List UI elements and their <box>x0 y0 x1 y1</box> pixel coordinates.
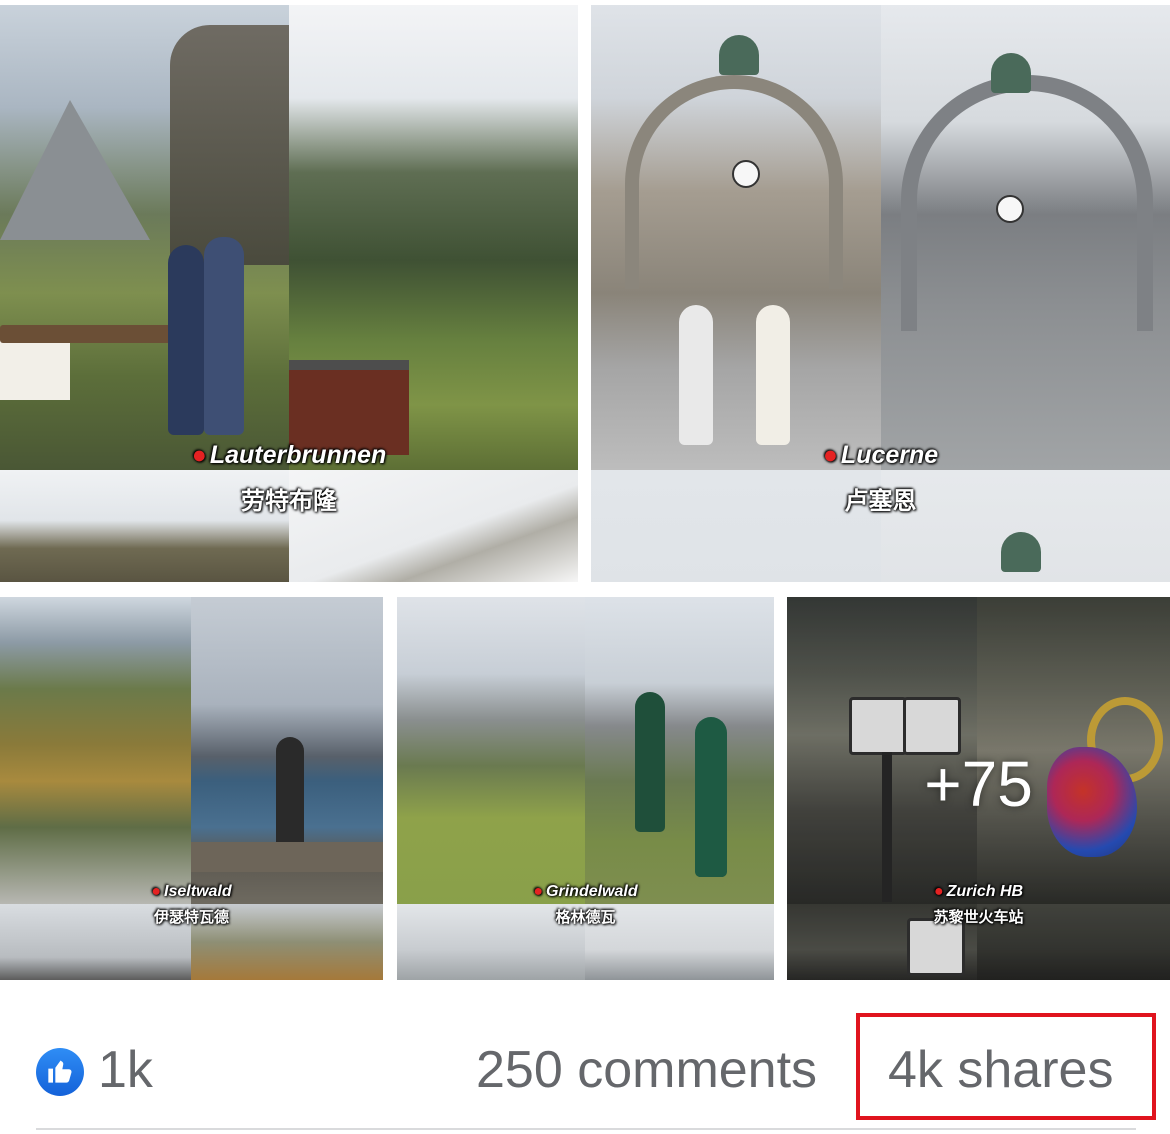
location-subtitle: 劳特布隆 <box>241 488 337 515</box>
clock-icon <box>996 195 1024 223</box>
photo-panel <box>881 5 1170 470</box>
location-label: ● Grindelwald <box>533 883 638 900</box>
photo-panel <box>0 5 289 470</box>
divider <box>36 1128 1136 1130</box>
location-subtitle: 卢塞恩 <box>844 488 917 515</box>
likes-count[interactable]: 1k <box>98 1040 153 1100</box>
location-pin-icon: ● <box>933 883 944 900</box>
photo-tile-grindelwald[interactable]: ● Grindelwald 格林德瓦 <box>397 597 774 980</box>
location-subtitle: 苏黎世火车站 <box>933 909 1024 926</box>
thumbs-up-icon[interactable] <box>36 1048 84 1096</box>
photo-panel <box>0 597 191 904</box>
photo-panel <box>591 5 881 470</box>
location-subtitle: 格林德瓦 <box>555 909 616 926</box>
location-pin-icon: ● <box>151 883 162 900</box>
location-label: ● Lucerne <box>822 441 939 469</box>
photo-panel <box>191 597 383 904</box>
location-pin-icon: ● <box>533 883 544 900</box>
shares-highlight-box <box>856 1013 1156 1120</box>
photo-panel <box>289 5 578 470</box>
photo-grid: ● Lauterbrunnen 劳特布隆 ● Lucerne 卢塞恩 ● Ise… <box>0 0 1170 990</box>
location-label: ● Iseltwald <box>151 883 232 900</box>
location-pin-icon: ● <box>822 441 838 469</box>
comments-count[interactable]: 250 comments <box>476 1040 817 1100</box>
photo-panel <box>397 597 585 904</box>
more-photos-count[interactable]: +75 <box>787 747 1170 821</box>
location-pin-icon: ● <box>191 441 207 469</box>
photo-tile-lauterbrunnen[interactable]: ● Lauterbrunnen 劳特布隆 <box>0 5 578 582</box>
location-subtitle: 伊瑟特瓦德 <box>153 909 229 926</box>
location-label: ● Zurich HB <box>933 883 1024 900</box>
photo-tile-lucerne[interactable]: ● Lucerne 卢塞恩 <box>591 5 1170 582</box>
clock-icon <box>732 160 760 188</box>
photo-panel <box>585 597 774 904</box>
photo-tile-iseltwald[interactable]: ● Iseltwald 伊瑟特瓦德 <box>0 597 383 980</box>
photo-tile-zurich-hb[interactable]: +75 ● Zurich HB 苏黎世火车站 <box>787 597 1170 980</box>
location-label: ● Lauterbrunnen <box>191 441 387 469</box>
